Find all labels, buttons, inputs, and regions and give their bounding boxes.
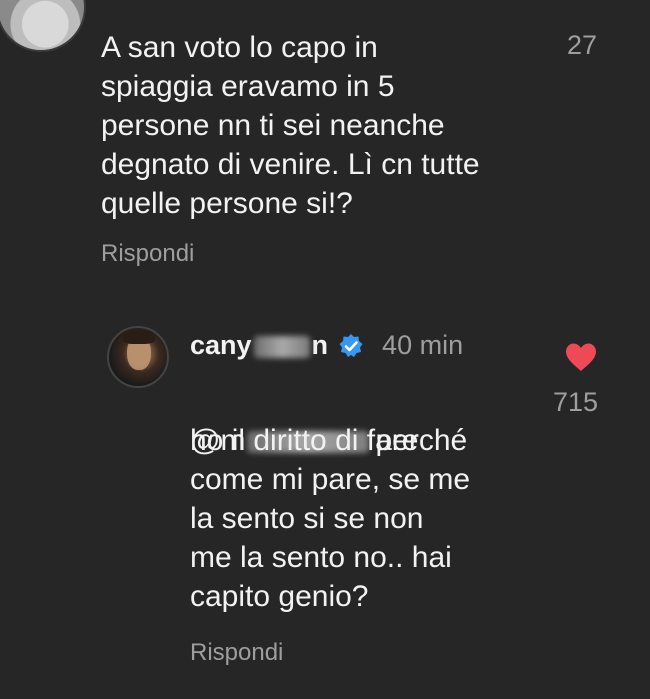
avatar[interactable] xyxy=(0,0,86,52)
blurred-username xyxy=(253,335,310,358)
reply-text: ho il diritto di fare come mi pare, se m… xyxy=(190,424,471,613)
reply-button[interactable]: Rispondi xyxy=(190,639,283,667)
comment-text: A san voto lo capo in spiaggia eravamo i… xyxy=(101,31,480,220)
username[interactable]: cany n xyxy=(190,330,328,361)
heart-outline-icon[interactable] xyxy=(564,0,604,12)
reply-avatar[interactable] xyxy=(107,326,169,388)
reply-like-count: 715 xyxy=(553,387,599,417)
reply-button[interactable]: Rispondi xyxy=(101,240,194,268)
like-count: 27 xyxy=(567,30,598,60)
timestamp: 40 min xyxy=(382,330,464,360)
verified-badge-icon xyxy=(339,333,363,357)
reply-header: cany n 40 min xyxy=(190,330,463,361)
heart-filled-icon[interactable] xyxy=(564,342,598,372)
